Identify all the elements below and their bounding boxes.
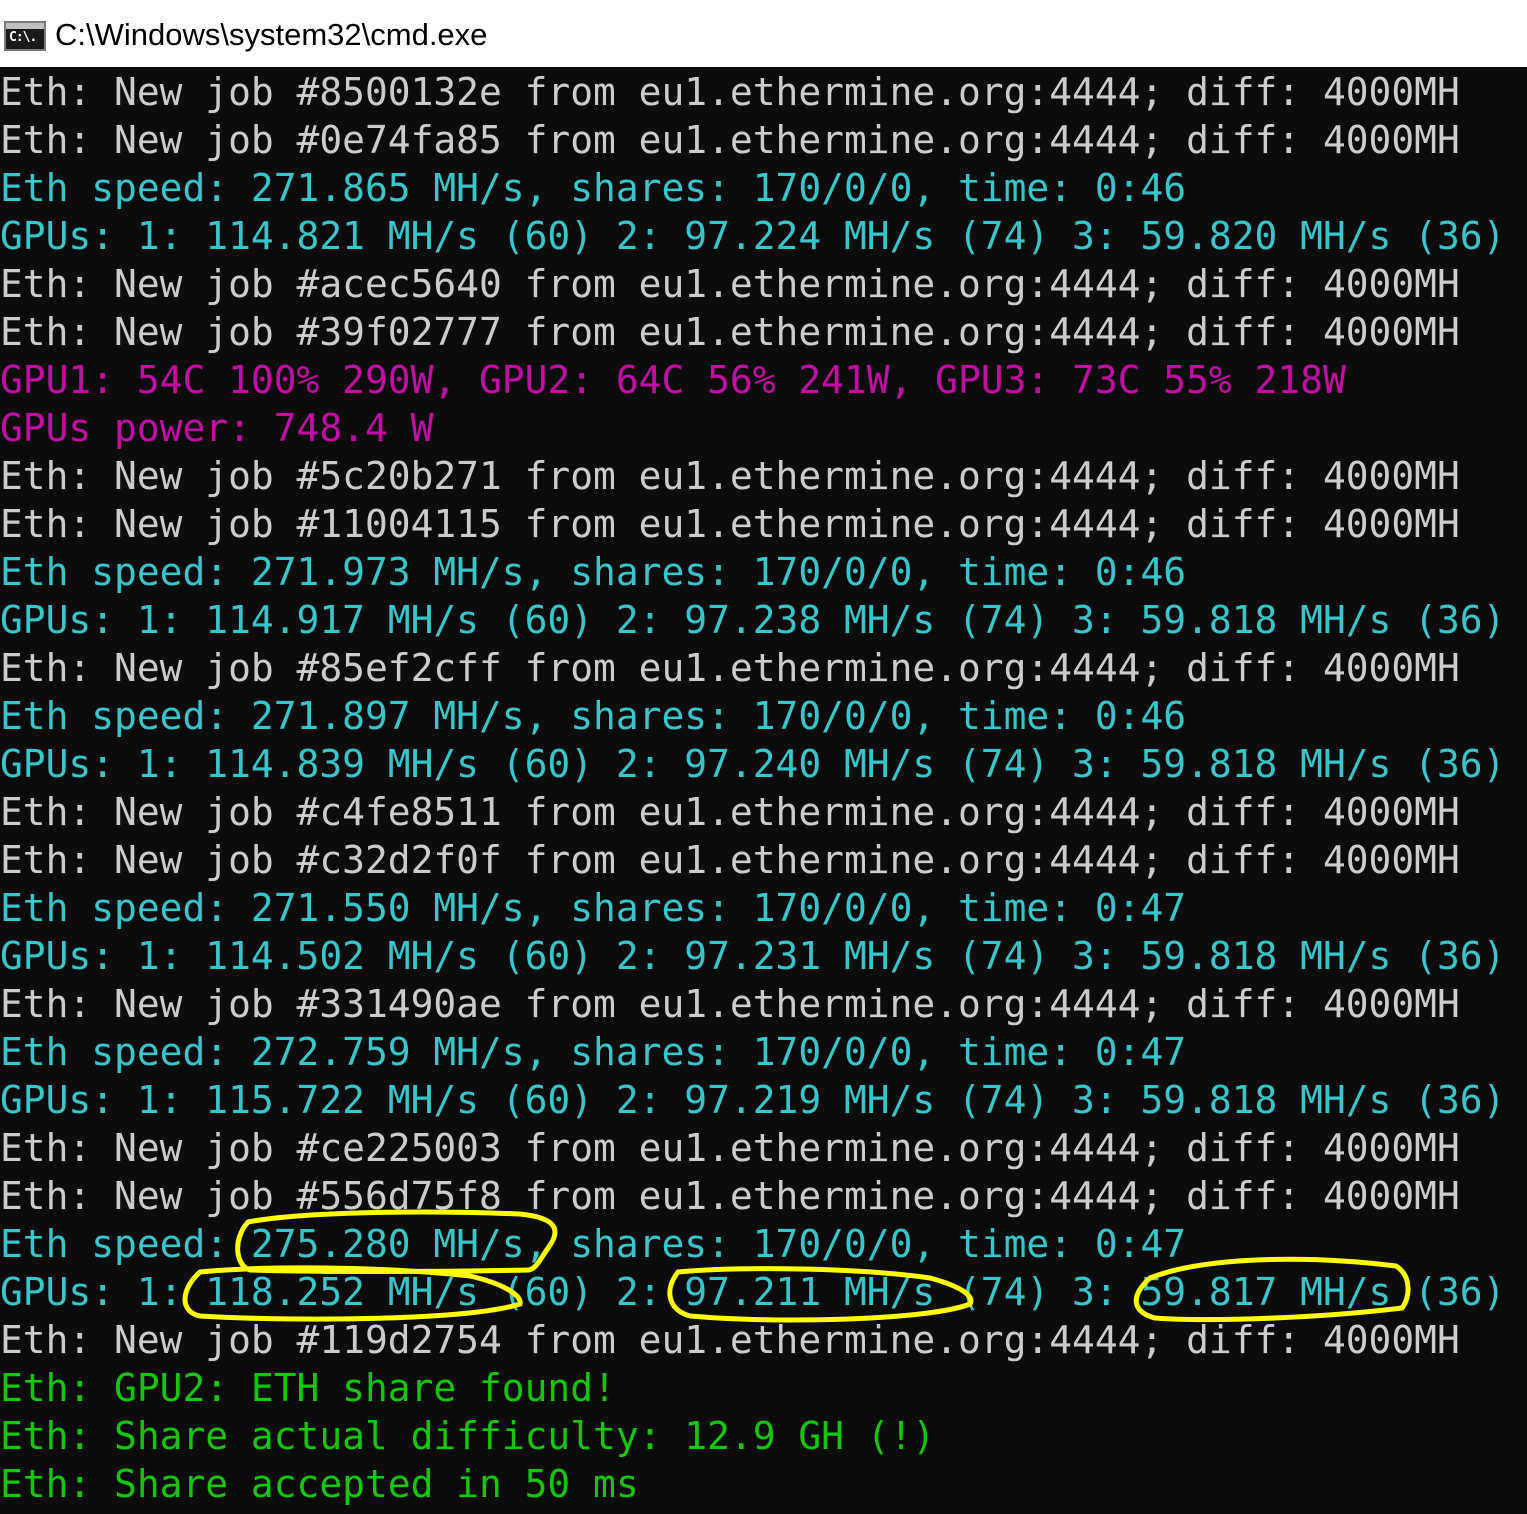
console-line: Eth speed: 271.865 MH/s, shares: 170/0/0… xyxy=(0,166,1187,210)
console-line: Eth speed: 271.897 MH/s, shares: 170/0/0… xyxy=(0,694,1187,738)
title-bar[interactable]: C:\. C:\Windows\system32\cmd.exe xyxy=(0,0,1527,67)
console-line: GPU1: 54C 100% 290W, GPU2: 64C 56% 241W,… xyxy=(0,358,1346,402)
window-title: C:\Windows\system32\cmd.exe xyxy=(55,17,488,52)
console-line: Eth: New job #5c20b271 from eu1.ethermin… xyxy=(0,454,1460,498)
console-line: GPUs: 1: 115.722 MH/s (60) 2: 97.219 MH/… xyxy=(0,1078,1506,1122)
console-line: GPUs: 1: 114.821 MH/s (60) 2: 97.224 MH/… xyxy=(0,214,1506,258)
console-line: Eth: Share accepted in 50 ms xyxy=(0,1462,639,1506)
console-line: Eth: New job #c4fe8511 from eu1.ethermin… xyxy=(0,790,1460,834)
console-line: GPUs power: 748.4 W xyxy=(0,406,434,450)
console-line: Eth speed: 271.550 MH/s, shares: 170/0/0… xyxy=(0,886,1187,930)
console-line: GPUs: 1: 118.252 MH/s (60) 2: 97.211 MH/… xyxy=(0,1270,1506,1314)
console-line: GPUs: 1: 114.917 MH/s (60) 2: 97.238 MH/… xyxy=(0,598,1506,642)
console-line: Eth speed: 275.280 MH/s, shares: 170/0/0… xyxy=(0,1222,1187,1266)
cmd-console-icon[interactable]: C:\. xyxy=(4,21,46,51)
console-line: Eth: New job #8500132e from eu1.ethermin… xyxy=(0,70,1460,114)
icon-title-strip xyxy=(6,23,44,29)
console-line: Eth: New job #11004115 from eu1.ethermin… xyxy=(0,502,1460,546)
console-line: Eth: New job #acec5640 from eu1.ethermin… xyxy=(0,262,1460,306)
console-line: Eth: GPU2: ETH share found! xyxy=(0,1366,616,1410)
console-line: Eth: New job #39f02777 from eu1.ethermin… xyxy=(0,310,1460,354)
console-line: Eth: New job #ce225003 from eu1.ethermin… xyxy=(0,1126,1460,1170)
console-line: Eth speed: 272.759 MH/s, shares: 170/0/0… xyxy=(0,1030,1187,1074)
icon-label: C:\. xyxy=(9,30,37,45)
console-line: Eth: New job #119d2754 from eu1.ethermin… xyxy=(0,1318,1460,1362)
console-line: Eth: New job #556d75f8 from eu1.ethermin… xyxy=(0,1174,1460,1218)
console-line: Eth: New job #331490ae from eu1.ethermin… xyxy=(0,982,1460,1026)
console-line: GPUs: 1: 114.502 MH/s (60) 2: 97.231 MH/… xyxy=(0,934,1506,978)
console-line: Eth: New job #0e74fa85 from eu1.ethermin… xyxy=(0,118,1460,162)
console-line: Eth: Share actual difficulty: 12.9 GH (!… xyxy=(0,1414,936,1458)
console-line: GPUs: 1: 114.839 MH/s (60) 2: 97.240 MH/… xyxy=(0,742,1506,786)
console-line: Eth speed: 271.973 MH/s, shares: 170/0/0… xyxy=(0,550,1187,594)
console-output[interactable]: Eth: New job #8500132e from eu1.ethermin… xyxy=(0,68,1527,1514)
console-line: Eth: New job #85ef2cff from eu1.ethermin… xyxy=(0,646,1460,690)
console-line: Eth: New job #c32d2f0f from eu1.ethermin… xyxy=(0,838,1460,882)
